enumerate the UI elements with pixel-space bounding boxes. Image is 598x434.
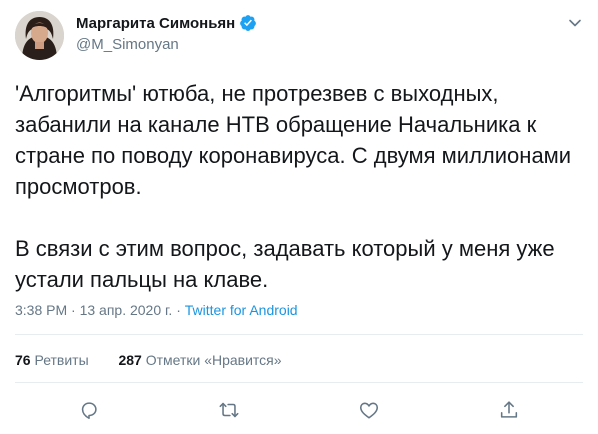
verified-badge-icon (239, 14, 257, 32)
divider (15, 382, 583, 383)
divider (15, 334, 583, 335)
tweet-paragraph: 'Алгоритмы' ютюба, не протрезвев с выход… (15, 81, 572, 199)
author-name-line: Маргарита Симоньян (76, 14, 257, 32)
tweet-date[interactable]: 13 апр. 2020 г. (80, 302, 173, 318)
retweets-stat[interactable]: 76 Ретвиты (15, 352, 93, 368)
display-name[interactable]: Маргарита Симоньян (76, 15, 235, 32)
meta-separator: · (71, 302, 76, 318)
engagement-stats: 76 Ретвиты 287 Отметки «Нравится» (15, 352, 282, 368)
reply-icon[interactable] (78, 399, 100, 421)
likes-label: Отметки «Нравится» (145, 352, 282, 368)
meta-separator: · (176, 302, 181, 318)
tweet-source-link[interactable]: Twitter for Android (185, 302, 298, 318)
tweet-time[interactable]: 3:38 PM (15, 302, 67, 318)
tweet-text: 'Алгоритмы' ютюба, не протрезвев с выход… (15, 78, 585, 295)
avatar[interactable] (15, 11, 64, 60)
retweets-label: Ретвиты (34, 352, 89, 368)
likes-stat[interactable]: 287 Отметки «Нравится» (118, 352, 281, 368)
profile-photo (15, 11, 64, 60)
like-icon[interactable] (358, 399, 380, 421)
author-handle[interactable]: @M_Simonyan (76, 36, 179, 53)
retweet-icon[interactable] (218, 399, 240, 421)
chevron-down-icon[interactable] (568, 16, 582, 30)
tweet-meta: 3:38 PM · 13 апр. 2020 г. · Twitter for … (15, 302, 298, 318)
tweet-card: Маргарита Симоньян @M_Simonyan 'Алгоритм… (0, 0, 598, 434)
retweets-count: 76 (15, 352, 31, 368)
share-icon[interactable] (498, 399, 520, 421)
likes-count: 287 (118, 352, 142, 368)
tweet-paragraph: В связи с этим вопрос, задавать который … (15, 236, 555, 292)
